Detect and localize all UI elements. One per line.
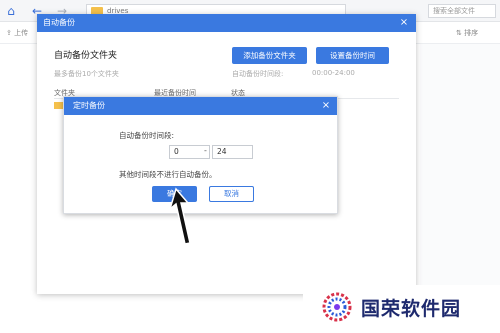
range-separator: - (204, 146, 207, 155)
watermark-logo-icon (322, 292, 352, 322)
cancel-button[interactable]: 取消 (209, 186, 254, 202)
period-note: 其他时间段不进行自动备份。 (119, 170, 217, 179)
backup-range-value: 00:00-24:00 (312, 69, 355, 77)
sort-button[interactable]: ⇅ 排序 (456, 28, 478, 38)
upload-button[interactable]: ⇪ 上传 (6, 28, 28, 38)
close-icon[interactable]: × (398, 14, 410, 32)
dialog-header: 自动备份 × (37, 14, 416, 32)
backup-limit-hint: 最多备份10个文件夹 (54, 70, 119, 78)
scheduled-backup-dialog: 定时备份 × 自动备份时间段: 0 - 24 其他时间段不进行自动备份。 确定 … (63, 96, 338, 214)
set-backup-time-button[interactable]: 设置备份时间 (316, 47, 389, 64)
sub-dialog-title: 定时备份 (73, 101, 105, 110)
dialog-title: 自动备份 (43, 18, 75, 27)
upload-label: 上传 (14, 29, 29, 37)
add-backup-folder-button[interactable]: 添加备份文件夹 (232, 47, 307, 64)
home-icon[interactable]: ⌂ (4, 4, 18, 18)
backup-range-label: 自动备份时间段: (232, 70, 284, 78)
sub-dialog-header: 定时备份 × (64, 97, 337, 115)
close-icon[interactable]: × (320, 97, 332, 115)
search-input[interactable]: 搜索全部文件 (428, 4, 496, 18)
watermark-text: 国荣软件园 (361, 298, 462, 320)
end-hour-input[interactable]: 24 (212, 145, 253, 159)
sort-label: 排序 (464, 29, 479, 37)
pointer-arrow-icon (168, 187, 191, 245)
backup-period-label: 自动备份时间段: (119, 131, 175, 140)
backup-folders-title: 自动备份文件夹 (54, 51, 118, 61)
